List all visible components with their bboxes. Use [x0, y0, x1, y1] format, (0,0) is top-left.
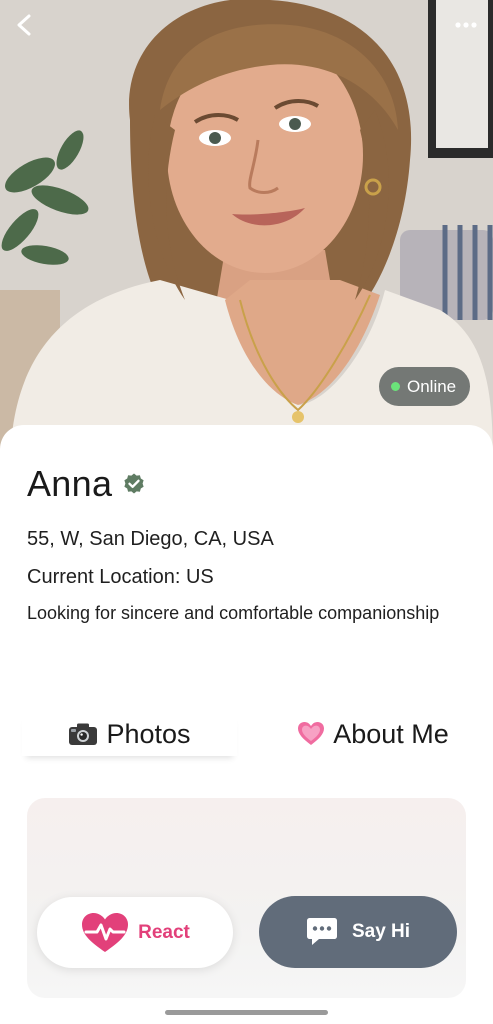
- name-row: Anna: [27, 463, 146, 505]
- tab-about-me[interactable]: About Me: [288, 712, 458, 756]
- chat-bubble-icon: [306, 918, 337, 945]
- heartbeat-icon: [82, 912, 129, 952]
- more-dots-icon: [455, 22, 477, 28]
- heart-icon: [297, 721, 325, 747]
- tab-photos[interactable]: Photos: [22, 712, 237, 756]
- back-button[interactable]: [8, 8, 40, 42]
- tab-photos-label: Photos: [106, 718, 191, 749]
- online-status-badge: Online: [379, 367, 470, 406]
- react-button-label: React: [138, 921, 190, 943]
- online-dot-icon: [391, 382, 400, 391]
- react-button[interactable]: React: [37, 897, 233, 968]
- online-status-label: Online: [407, 376, 457, 396]
- verified-badge-icon: [122, 472, 146, 496]
- say-hi-button-label: Say Hi: [351, 921, 411, 942]
- current-location: Current Location: US: [27, 566, 214, 588]
- tab-about-me-label: About Me: [333, 718, 449, 749]
- profile-details: 55, W, San Diego, CA, USA: [27, 528, 274, 550]
- profile-photo[interactable]: Online: [0, 0, 493, 470]
- home-indicator[interactable]: [165, 1010, 328, 1015]
- more-options-button[interactable]: [451, 10, 481, 40]
- profile-name: Anna: [27, 463, 113, 504]
- say-hi-button[interactable]: Say Hi: [259, 896, 457, 968]
- camera-icon: [68, 722, 98, 746]
- chevron-left-icon: [17, 14, 31, 36]
- profile-bio: Looking for sincere and comfortable comp…: [27, 603, 440, 623]
